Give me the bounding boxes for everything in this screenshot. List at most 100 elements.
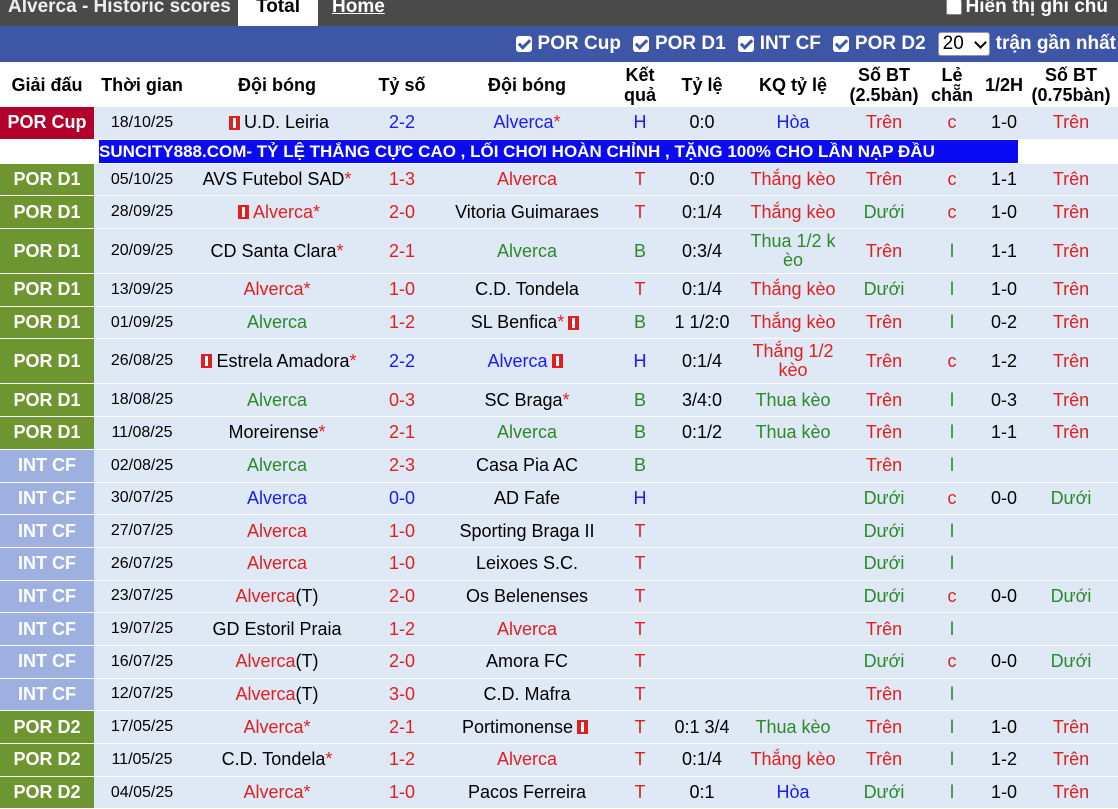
league-badge[interactable]: INT CF [0,580,94,613]
league-badge[interactable]: POR D1 [0,417,94,449]
home-team-name[interactable]: Alverca [247,390,307,411]
away-team-name[interactable]: Portimonense [462,717,573,738]
home-team-name[interactable]: Alverca [235,586,295,607]
match-score[interactable]: 1-0 [364,515,440,547]
away-team-name[interactable]: Alverca [487,351,547,372]
home-team-cell[interactable]: Alverca (T) [190,646,364,678]
match-score[interactable]: 1-0 [364,777,440,809]
away-team-name[interactable]: Casa Pia AC [476,455,578,476]
away-team-name[interactable]: Alverca [497,749,557,770]
away-team-cell[interactable]: Alverca [440,229,614,273]
match-score[interactable]: 1-2 [364,744,440,776]
home-team-name[interactable]: Alverca [247,312,307,333]
away-team-cell[interactable]: AD Fafe [440,483,614,515]
home-team-name[interactable]: U.D. Leiria [244,112,329,133]
home-team-name[interactable]: C.D. Tondela [222,749,326,770]
match-score[interactable]: 3-0 [364,679,440,711]
home-team-name[interactable]: CD Santa Clara [210,241,336,262]
home-team-name[interactable]: Alverca [247,455,307,476]
league-badge[interactable]: INT CF [0,613,94,645]
league-badge[interactable]: POR D2 [0,744,94,776]
match-score[interactable]: 1-0 [364,274,440,306]
away-team-cell[interactable]: Sporting Braga II [440,515,614,547]
home-team-name[interactable]: Alverca [247,553,307,574]
league-badge[interactable]: INT CF [0,515,94,547]
away-team-cell[interactable]: Alverca [440,744,614,776]
checkbox-checked-icon[interactable] [737,36,754,52]
match-score[interactable]: 1-2 [364,307,440,339]
home-team-name[interactable]: Alverca [243,717,303,738]
home-team-cell[interactable]: Alverca [190,384,364,416]
league-badge[interactable]: POR D2 [0,776,94,809]
league-badge[interactable]: POR D1 [0,274,94,306]
league-badge[interactable]: INT CF [0,645,94,678]
away-team-cell[interactable]: Portimonense [440,711,614,743]
match-score[interactable]: 2-1 [364,417,440,449]
away-team-cell[interactable]: Alverca * [440,107,614,139]
away-team-cell[interactable]: SC Braga * [440,384,614,416]
match-score[interactable]: 2-1 [364,229,440,273]
away-team-cell[interactable]: Os Belenenses [440,581,614,613]
home-team-cell[interactable]: Alverca (T) [190,679,364,711]
league-badge[interactable]: INT CF [0,547,94,580]
filter-por-d2[interactable]: POR D2 [832,33,926,55]
match-score[interactable]: 2-0 [364,646,440,678]
home-team-cell[interactable]: Alverca * [190,711,364,743]
league-badge[interactable]: POR Cup [0,107,94,139]
checkbox-checked-icon[interactable] [515,36,532,52]
ad-banner-text[interactable]: SUNCITY888.COM- TỶ LỆ THẮNG CỰC CAO , LỐ… [99,139,1018,163]
away-team-cell[interactable]: Alverca [440,417,614,449]
league-badge[interactable]: POR D1 [0,306,94,339]
away-team-cell[interactable]: C.D. Mafra [440,679,614,711]
match-score[interactable]: 2-0 [364,581,440,613]
away-team-name[interactable]: AD Fafe [494,488,560,509]
away-team-cell[interactable]: SL Benfica * [440,307,614,339]
league-badge[interactable]: INT CF [0,678,94,711]
home-team-cell[interactable]: Moreirense * [190,417,364,449]
home-team-name[interactable]: Alverca [235,651,295,672]
league-badge[interactable]: POR D1 [0,163,94,196]
away-team-name[interactable]: Sporting Braga II [459,521,594,542]
home-team-cell[interactable]: Alverca * [190,196,364,228]
match-count-select[interactable]: 20 [937,32,990,56]
away-team-cell[interactable]: Alverca [440,613,614,645]
away-team-name[interactable]: Leixoes S.C. [476,553,578,574]
away-team-name[interactable]: Vitoria Guimaraes [455,202,599,223]
home-team-cell[interactable]: GD Estoril Praia [190,613,364,645]
ad-banner[interactable]: SUNCITY888.COM- TỶ LỆ THẮNG CỰC CAO , LỐ… [0,139,1118,164]
away-team-name[interactable]: Alverca [497,241,557,262]
match-score[interactable]: 0-0 [364,483,440,515]
away-team-name[interactable]: Os Belenenses [466,586,588,607]
league-badge[interactable]: INT CF [0,482,94,515]
league-badge[interactable]: INT CF [0,449,94,482]
home-team-cell[interactable]: Alverca [190,515,364,547]
league-badge[interactable]: POR D1 [0,339,94,384]
home-team-cell[interactable]: CD Santa Clara * [190,229,364,273]
home-team-name[interactable]: Estrela Amadora [216,351,349,372]
home-team-cell[interactable]: Alverca * [190,274,364,306]
home-team-cell[interactable]: U.D. Leiria [190,107,364,139]
away-team-cell[interactable]: C.D. Tondela [440,274,614,306]
tab-total[interactable]: Total [238,0,318,26]
home-team-name[interactable]: Alverca [247,521,307,542]
match-score[interactable]: 0-3 [364,384,440,416]
away-team-name[interactable]: Amora FC [486,651,568,672]
match-score[interactable]: 2-0 [364,196,440,228]
home-team-cell[interactable]: C.D. Tondela * [190,744,364,776]
home-team-cell[interactable]: Estrela Amadora * [190,339,364,383]
match-score[interactable]: 1-3 [364,164,440,196]
checkbox-checked-icon[interactable] [632,36,649,52]
away-team-name[interactable]: C.D. Tondela [475,279,579,300]
show-notes-toggle[interactable]: Hiển thị ghi chú [945,0,1108,18]
away-team-cell[interactable]: Casa Pia AC [440,450,614,482]
home-team-name[interactable]: Moreirense [228,422,318,443]
home-team-cell[interactable]: Alverca [190,483,364,515]
home-team-cell[interactable]: Alverca [190,548,364,580]
away-team-name[interactable]: Alverca [497,619,557,640]
away-team-name[interactable]: SC Braga [484,390,562,411]
away-team-cell[interactable]: Vitoria Guimaraes [440,196,614,228]
home-team-name[interactable]: Alverca [247,488,307,509]
home-team-name[interactable]: Alverca [243,279,303,300]
away-team-name[interactable]: SL Benfica [471,312,557,333]
league-badge[interactable]: POR D1 [0,384,94,417]
